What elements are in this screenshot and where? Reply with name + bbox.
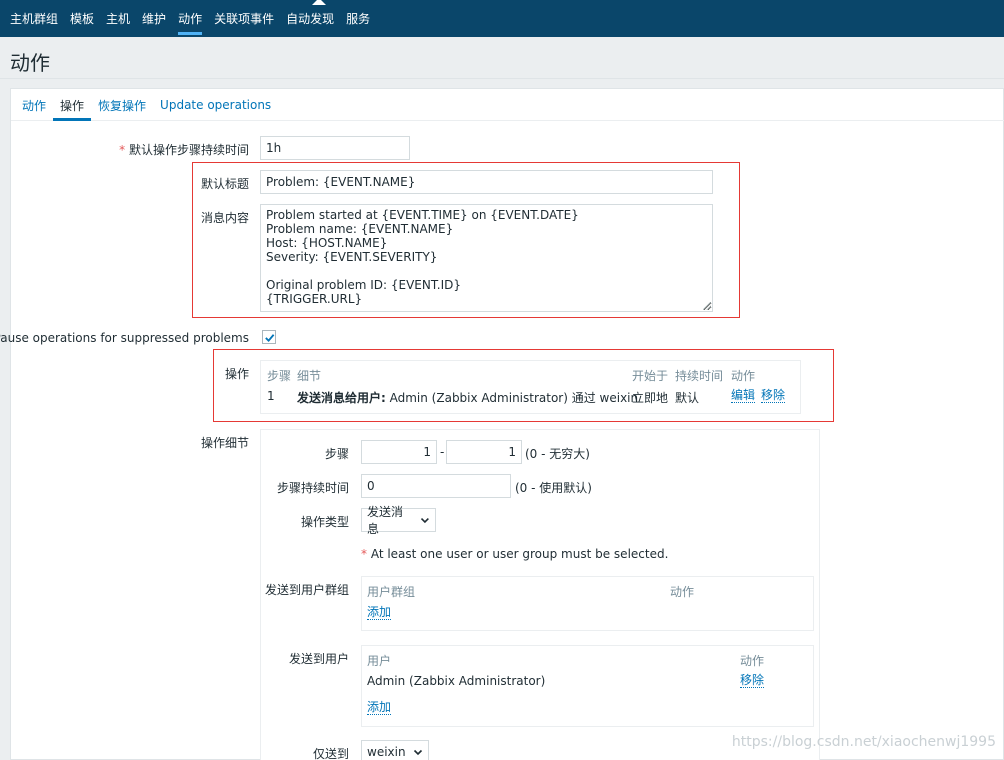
send-only-to-value: weixin [367, 745, 406, 759]
op-details-panel: 步骤 - (0 - 无穷大) 步骤持续时间 (0 - 使用默认) 操作类型 发送… [260, 429, 820, 760]
op-row-start-in: 立即地 [632, 391, 669, 405]
tab-operations[interactable]: 操作 [53, 89, 92, 121]
col-details-header: 细节 [297, 369, 322, 383]
send-only-to-select[interactable]: weixin [361, 740, 429, 760]
default-message-textarea[interactable]: Problem started at {EVENT.TIME} on {EVEN… [260, 204, 713, 312]
col-group-action-header: 动作 [670, 585, 695, 599]
tab-recovery-operations[interactable]: 恢复操作 [91, 89, 153, 121]
checkmark-icon [264, 333, 274, 342]
op-row-detail: 发送消息给用户: Admin (Zabbix Administrator) 通过… [297, 391, 639, 405]
send-to-users-label: 发送到用户 [288, 652, 349, 666]
pause-suppressed-checkbox[interactable] [262, 330, 276, 344]
col-start-in-header: 开始于 [632, 369, 669, 383]
nav-item-hosts[interactable]: 主机 [100, 0, 136, 37]
col-duration-header: 持续时间 [675, 369, 724, 383]
nav-item-services[interactable]: 服务 [340, 0, 376, 37]
nav-item-actions[interactable]: 动作 [172, 0, 208, 37]
add-user-group-link[interactable]: 添加 [367, 606, 392, 620]
steps-label: 步骤 [324, 447, 349, 461]
nav-item-templates[interactable]: 模板 [64, 0, 100, 37]
page-title: 动作 [10, 51, 50, 75]
op-remove-link[interactable]: 移除 [761, 389, 786, 403]
resize-grip-icon[interactable] [703, 302, 711, 310]
operations-label: 操作 [224, 367, 249, 381]
op-details-label: 操作细节 [200, 436, 249, 450]
pause-suppressed-label: Pause operations for suppressed problems [0, 331, 249, 345]
send-only-to-label: 仅送到 [312, 747, 349, 760]
steps-to-input[interactable] [446, 440, 522, 464]
tab-bar: 动作 操作 恢复操作 Update operations [11, 89, 1004, 121]
required-notice: * At least one user or user group must b… [361, 547, 669, 561]
operations-table: 步骤 细节 开始于 持续时间 动作 1 发送消息给用户: Admin (Zabb… [260, 360, 801, 414]
default-step-duration-label: * 默认操作步骤持续时间 [119, 143, 249, 157]
col-action-header: 动作 [731, 369, 756, 383]
default-subject-label: 默认标题 [200, 177, 249, 191]
step-duration-input[interactable] [361, 474, 511, 498]
op-type-label: 操作类型 [300, 515, 349, 529]
required-star: * [119, 143, 129, 157]
action-form-panel: 动作 操作 恢复操作 Update operations * 默认操作步骤持续时… [0, 88, 1004, 760]
steps-hint: (0 - 无穷大) [525, 447, 590, 461]
nav-item-discovery[interactable]: 自动发现 [280, 0, 340, 37]
remove-user-link[interactable]: 移除 [740, 674, 765, 688]
col-step-header: 步骤 [267, 369, 292, 383]
nav-item-maintenance[interactable]: 维护 [136, 0, 172, 37]
default-message-label: 消息内容 [200, 211, 249, 225]
nav-item-host-groups[interactable]: 主机群组 [4, 0, 64, 37]
add-user-link[interactable]: 添加 [367, 701, 392, 715]
op-row-step: 1 [267, 389, 275, 403]
step-duration-label: 步骤持续时间 [276, 481, 349, 495]
nav-item-event-correlation[interactable]: 关联项事件 [208, 0, 280, 37]
page-header: 动作 [0, 37, 1004, 79]
tab-update-operations[interactable]: Update operations [153, 89, 278, 121]
top-nav: 主机群组 模板 主机 维护 动作 关联项事件 自动发现 服务 [0, 0, 1004, 37]
col-user-group-header: 用户群组 [367, 585, 416, 599]
op-row-duration: 默认 [675, 391, 700, 405]
user-groups-table: 用户群组 动作 添加 [361, 576, 814, 631]
op-type-select[interactable]: 发送消息 [361, 505, 436, 536]
users-table: 用户 动作 Admin (Zabbix Administrator) 移除 添加 [361, 645, 814, 727]
steps-from-input[interactable] [361, 440, 437, 464]
tab-action[interactable]: 动作 [15, 89, 53, 121]
default-subject-input[interactable] [260, 170, 713, 194]
send-to-groups-label: 发送到用户群组 [264, 583, 349, 597]
watermark: https://blog.csdn.net/xiaochenwj1995 [731, 734, 996, 750]
chevron-down-icon [421, 517, 430, 524]
default-step-duration-input[interactable] [260, 136, 410, 160]
col-user-header: 用户 [367, 654, 392, 668]
op-edit-link[interactable]: 编辑 [731, 389, 756, 403]
steps-dash: - [440, 445, 445, 459]
chevron-down-icon [413, 749, 423, 756]
user-row-name: Admin (Zabbix Administrator) [367, 674, 546, 688]
col-user-action-header: 动作 [740, 654, 765, 668]
step-duration-hint: (0 - 使用默认) [515, 481, 592, 495]
op-type-value: 发送消息 [367, 505, 404, 536]
